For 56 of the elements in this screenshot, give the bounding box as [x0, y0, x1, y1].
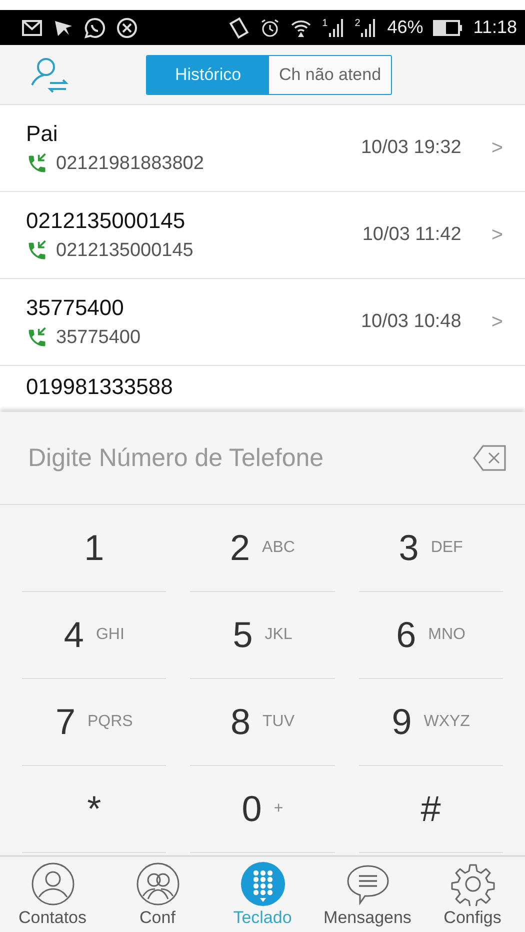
- chevron-text: >: [491, 310, 503, 334]
- dialpad-icon: [240, 862, 284, 906]
- dial-key[interactable]: 6 MNO: [358, 592, 503, 679]
- chat-bubble-icon: [84, 16, 106, 38]
- mail-icon: [22, 20, 42, 36]
- alarm-clock-icon: [260, 18, 280, 38]
- caller-name: 019981333588: [26, 374, 174, 400]
- chevron-text: >: [491, 136, 503, 160]
- phone-icon: [26, 240, 48, 262]
- tab[interactable]: Ch não atend: [269, 56, 391, 94]
- nav-tab[interactable]: Configs: [420, 857, 525, 932]
- person-icon: [30, 862, 74, 906]
- close-circle-icon: [116, 16, 138, 38]
- sim-slot-number: 2: [354, 18, 360, 28]
- phone-number-input[interactable]: Digite Número de Telefone: [26, 442, 473, 474]
- signal-icon: [361, 18, 378, 36]
- battery-icon: [433, 20, 464, 36]
- phone-number: 0212135000145: [56, 240, 194, 262]
- dial-key[interactable]: #: [358, 766, 503, 853]
- dial-key[interactable]: 0 +: [190, 766, 335, 853]
- phone-number: 35775400: [56, 327, 141, 349]
- vibrate-icon: [228, 16, 250, 38]
- dial-key[interactable]: 4 GHI: [22, 592, 166, 679]
- dial-key[interactable]: *: [22, 766, 166, 853]
- signal-icon: [328, 18, 345, 36]
- phone-icon: [26, 327, 48, 349]
- call-log-row[interactable]: 35775400 35775400 10/03 10:48 >: [0, 279, 525, 366]
- call-time: 10/03 10:48: [360, 311, 462, 333]
- wifi-icon: [290, 18, 312, 38]
- clock-time: 11:18: [473, 17, 517, 38]
- dial-key[interactable]: 2 ABC: [190, 505, 335, 592]
- caller-name: Pai: [26, 121, 59, 147]
- sim-slot-number: 1: [322, 18, 328, 28]
- settings-icon: [450, 862, 494, 906]
- dial-key[interactable]: 9 WXYZ: [358, 679, 503, 766]
- caller-name: 35775400: [26, 295, 125, 321]
- phone-icon: [26, 153, 48, 175]
- call-time: 10/03 11:42: [362, 224, 462, 246]
- dial-key[interactable]: 5 JKL: [190, 592, 335, 679]
- call-log-row[interactable]: Pai 02121981883802 10/03 19:32 >: [0, 105, 525, 192]
- battery-percent: 46%: [387, 17, 424, 38]
- group-icon: [136, 862, 180, 906]
- backspace-icon[interactable]: [473, 445, 507, 471]
- caller-name: 0212135000145: [26, 208, 186, 234]
- call-time: 10/03 19:32: [360, 137, 462, 159]
- chevron-text: >: [491, 224, 503, 246]
- call-log-row[interactable]: 0212135000145 0212135000145 10/03 11:42 >: [0, 192, 525, 279]
- phone-number: 02121981883802: [56, 153, 204, 175]
- nav-tab[interactable]: Mensagens: [315, 857, 420, 932]
- dial-key[interactable]: 8 TUV: [190, 679, 335, 766]
- nav-tab[interactable]: Contatos: [0, 857, 105, 932]
- dial-key[interactable]: 3 DEF: [358, 505, 503, 592]
- dial-key[interactable]: 1: [22, 505, 166, 592]
- nav-tab[interactable]: Conf: [105, 857, 210, 932]
- dial-key[interactable]: 7 PQRS: [22, 679, 166, 766]
- contact-switch-icon[interactable]: [30, 56, 70, 92]
